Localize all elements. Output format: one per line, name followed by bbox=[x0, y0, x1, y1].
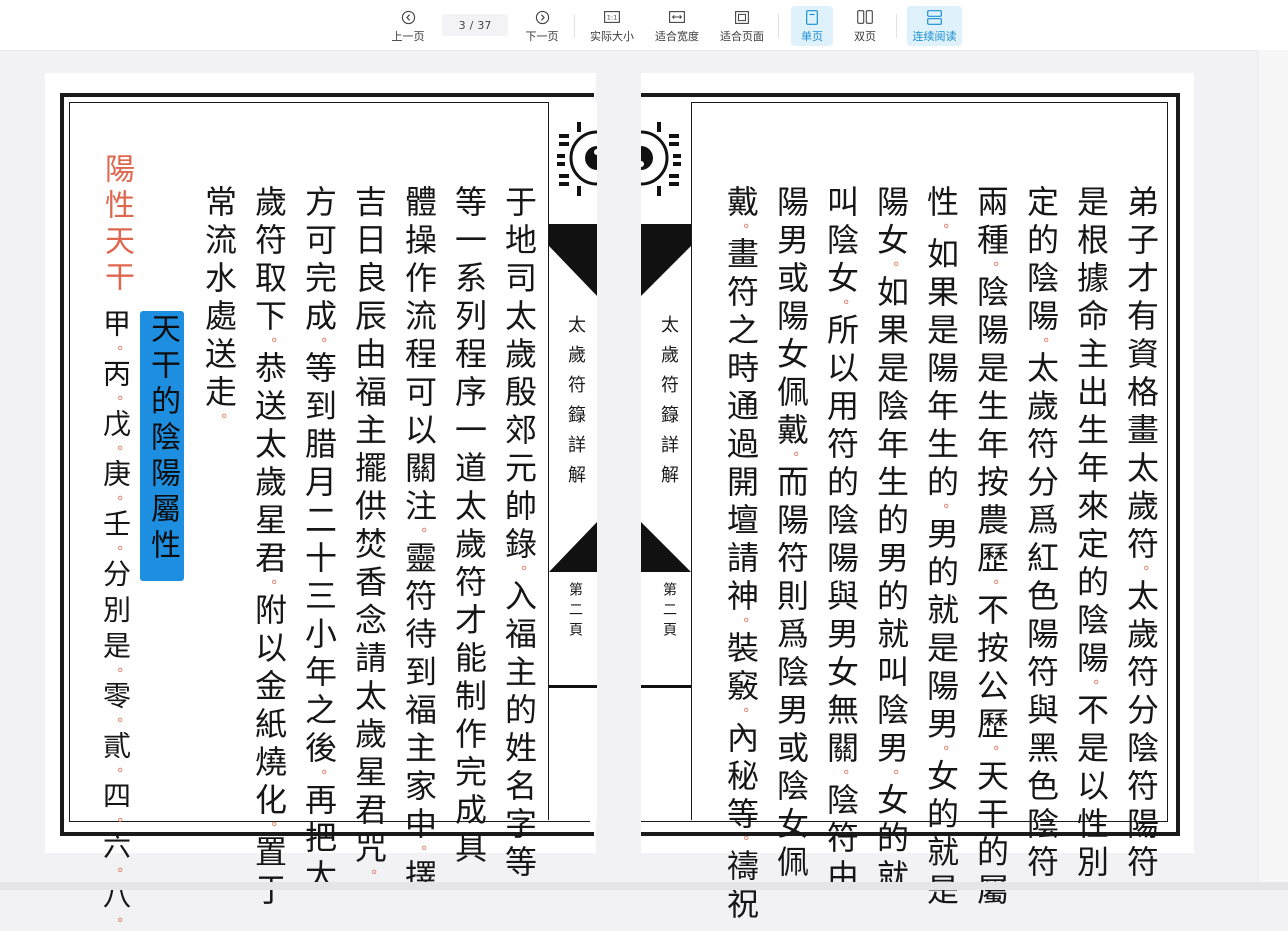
spine-title: 太歲符籙詳解 bbox=[565, 315, 586, 495]
spine-title: 太歲符籙詳解 bbox=[658, 315, 679, 495]
text-column: 歲符取下。恭送太歲星君。附以金紙燒化。置于 bbox=[250, 185, 288, 911]
right-page: 太歲符籙詳解 第二頁 弟子才有資格畫太歲符。太歲符分陰符陽符。 是根據命主出生年… bbox=[641, 73, 1194, 925]
text-column: 弟子才有資格畫太歲符。太歲符分陰符陽符。 bbox=[1122, 185, 1160, 897]
fit-width-icon bbox=[668, 9, 686, 25]
toolbar-divider bbox=[778, 14, 779, 38]
actual-size-icon: 1:1 bbox=[603, 9, 621, 25]
text-column: 叫陰女。所以用符的陰陽與男女無關。陰符由 bbox=[822, 185, 860, 897]
bottom-status-bar bbox=[0, 882, 1288, 890]
spine-page-number: 第二頁 bbox=[661, 582, 677, 642]
text-column: 定的陰陽。太歲符分爲紅色陽符與黑色陰符 bbox=[1022, 185, 1060, 883]
text-column: 吉日良辰由福主擺供焚香念請太歲星君咒。 bbox=[350, 185, 388, 883]
prev-page-label: 上一页 bbox=[391, 30, 425, 43]
actual-size-button[interactable]: 1:1 实际大小 bbox=[588, 6, 636, 46]
chevron-left-circle-icon bbox=[399, 9, 417, 25]
svg-text:1:1: 1:1 bbox=[607, 14, 617, 22]
continuous-reading-label: 连续阅读 bbox=[912, 30, 957, 43]
single-page-icon bbox=[803, 9, 821, 25]
spine-chevron-top bbox=[549, 246, 597, 296]
text-column: 是根據命主出生年來定的陰陽。不是以性別 bbox=[1072, 185, 1110, 883]
single-page-label: 单页 bbox=[801, 30, 823, 43]
spine-chevron-top bbox=[641, 246, 691, 296]
fit-width-label: 适合宽度 bbox=[655, 30, 699, 43]
text-column: 陽女。如果是陰年生的男的就叫陰男。女的就 bbox=[872, 185, 910, 897]
double-page-label: 双页 bbox=[854, 30, 876, 43]
fit-width-button[interactable]: 适合宽度 bbox=[653, 6, 701, 46]
spine-rule bbox=[641, 685, 691, 688]
fit-page-button[interactable]: 适合页面 bbox=[718, 6, 766, 46]
next-page-label: 下一页 bbox=[525, 30, 559, 43]
single-page-button[interactable]: 单页 bbox=[791, 6, 833, 46]
text-column: 常流水處送走。 bbox=[200, 185, 238, 427]
bagua-icon bbox=[557, 122, 597, 196]
double-page-button[interactable]: 双页 bbox=[845, 6, 885, 46]
spine-chevron-bottom bbox=[549, 522, 597, 572]
continuous-reading-button[interactable]: 连续阅读 bbox=[907, 6, 962, 46]
page-separator: / bbox=[469, 18, 474, 32]
current-page-input[interactable]: 3 bbox=[459, 19, 466, 32]
fit-page-label: 适合页面 bbox=[720, 30, 764, 43]
stem-list: 甲。丙。戊。庚。壬。分別是。零。貳。四。六。八。 bbox=[99, 309, 132, 931]
continuous-reading-icon bbox=[926, 9, 944, 25]
next-page-button[interactable]: 下一页 bbox=[522, 6, 562, 46]
yang-stems-label: 陽性天干 bbox=[99, 153, 134, 297]
vertical-scrollbar[interactable] bbox=[1258, 50, 1288, 882]
page-number-box[interactable]: 3 / 37 bbox=[442, 14, 508, 36]
prev-page-button[interactable]: 上一页 bbox=[388, 6, 428, 46]
text-column: 于地司太歲殷郊元帥錄。入福主的姓名字等 bbox=[500, 185, 538, 883]
text-column: 陽男或陽女佩戴。而陽符則爲陰男或陰女佩 bbox=[772, 185, 810, 883]
bagua-icon bbox=[641, 122, 681, 196]
spine-rule bbox=[549, 685, 597, 688]
text-column: 體操作流程可以關注。靈符待到福主家中。擇 bbox=[400, 185, 438, 897]
text-column: 戴。畫符之時通過開壇請神。裝竅。內秘等。禱祝 bbox=[722, 185, 760, 925]
text-column: 等一系列程序一道太歲符才能制作完成具 bbox=[450, 185, 488, 869]
text-column: 性。如果是陽年生的。男的就是陽男。女的就是 bbox=[922, 185, 960, 911]
viewer-toolbar: 上一页 3 / 37 下一页 1:1 实际大小 适合宽度 适合页面 单页 双页 … bbox=[0, 0, 1288, 51]
left-page: 太歲符籙詳解 第二頁 于地司太歲殷郊元帥錄。入福主的姓名字等 等一系列程序一道太… bbox=[45, 73, 597, 931]
chevron-right-circle-icon bbox=[533, 9, 551, 25]
text-column: 兩種。陰陽是生年按農歷。不按公歷。天干的屬 bbox=[972, 185, 1010, 911]
toolbar-divider bbox=[896, 14, 897, 38]
total-pages: 37 bbox=[477, 18, 492, 32]
spine-page-number: 第二頁 bbox=[567, 582, 583, 642]
section-heading[interactable]: 天干的陰陽屬性 bbox=[143, 313, 181, 565]
actual-size-label: 实际大小 bbox=[590, 30, 634, 43]
spine-strip: 太歲符籙詳解 第二頁 bbox=[641, 102, 692, 820]
double-page-icon bbox=[856, 9, 874, 25]
spine-chevron-bottom bbox=[641, 522, 691, 572]
spine-band bbox=[549, 224, 597, 246]
fit-page-icon bbox=[733, 9, 751, 25]
spine-band bbox=[641, 224, 691, 246]
toolbar-divider bbox=[574, 14, 575, 38]
spine-strip: 太歲符籙詳解 第二頁 bbox=[548, 102, 597, 820]
text-column: 方可完成。等到腊月二十三小年之後。再把太 bbox=[300, 185, 338, 897]
